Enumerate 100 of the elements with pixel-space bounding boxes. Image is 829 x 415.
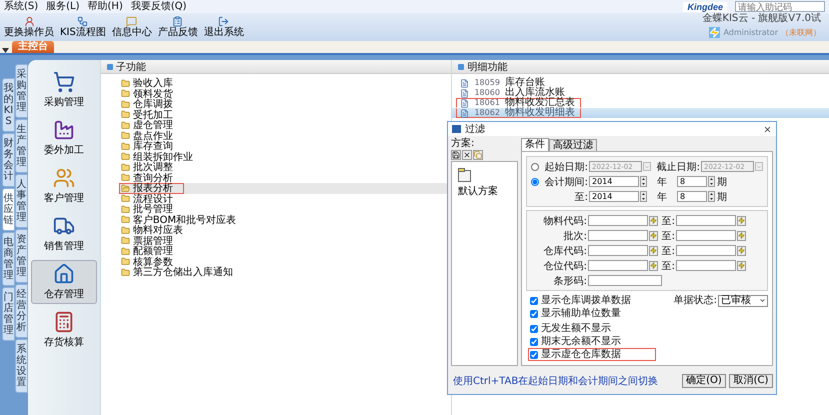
lookup-button[interactable] [649,230,658,240]
nav-tab[interactable]: 资产管理 [15,229,28,283]
dialog-button[interactable]: 确定(O) [682,374,726,388]
lookup-button[interactable] [737,246,746,256]
people-icon [52,167,75,189]
code-field[interactable] [676,215,736,226]
tree-item[interactable]: 组装拆卸作业 [118,152,448,162]
spin-button[interactable] [640,176,647,187]
module-button[interactable]: 仓存管理 [30,260,97,304]
spin-button[interactable] [708,191,715,202]
checkbox[interactable] [530,350,538,358]
tree-item[interactable]: 核算参数 [118,256,448,267]
toolbar-button[interactable]: 产品反馈 [156,16,200,38]
delete-button[interactable] [462,150,472,160]
nav-tab[interactable]: 供应链 [2,188,15,231]
nav-tab[interactable]: 财务会计 [2,133,15,187]
tree-item[interactable]: 验收入库 [118,78,448,88]
code-field[interactable] [588,275,662,286]
menu-item[interactable]: 服务(L) [46,0,80,12]
nav-tab[interactable]: 门店管理 [2,287,15,341]
checkbox[interactable] [530,310,538,318]
menu-item[interactable]: 我要反馈(Q) [130,0,187,12]
list-item[interactable]: 18062 物料收发明细表 [452,108,829,118]
menu-item[interactable]: 系统(S) [4,0,38,12]
lookup-button[interactable] [649,260,658,270]
spin-button[interactable] [640,191,647,202]
module-button[interactable]: 采购管理 [30,68,97,112]
tree-item[interactable]: 领料发货 [118,88,448,99]
checkbox[interactable] [530,324,538,332]
module-button[interactable]: 存货核算 [30,308,97,352]
checkbox[interactable] [530,338,538,346]
tree-item[interactable]: 库存查询 [118,141,448,152]
field-label: 物料代码: [542,214,587,228]
toolbar-button[interactable]: KIS流程图 [58,16,108,38]
tree-item[interactable]: 受托加工 [118,110,448,120]
tree-item[interactable]: 虚仓管理 [118,120,448,130]
lookup-button[interactable] [649,246,658,256]
tree-item[interactable]: 第三方仓储出入库通知 [118,267,448,278]
nav-tab[interactable]: 经营分析 [15,284,28,338]
nav-tab[interactable]: 系统设置 [15,339,28,393]
nav-tab[interactable]: 我的KIS [2,78,15,132]
nav-tab[interactable]: 采购管理 [15,64,28,118]
lookup-button[interactable] [737,260,746,270]
scheme-item[interactable]: 默认方案 [458,168,498,198]
search-field[interactable]: 请输入助记码 [735,1,825,12]
tree-item[interactable]: 流程设计 [118,194,448,204]
code-field[interactable] [588,215,648,226]
folder-icon [120,226,130,235]
nav-tab[interactable]: 生产管理 [15,119,28,173]
lookup-button[interactable] [737,230,746,240]
toolbar-button[interactable]: 更换操作员 [2,16,56,38]
toolbar-button[interactable]: 信息中心 [110,16,154,38]
lookup-button[interactable] [737,216,746,226]
nav-tab[interactable]: 电商管理 [2,232,15,286]
tree-item[interactable]: 配额管理 [118,246,448,256]
dialog-tab[interactable]: 高级过滤 [549,139,597,151]
module-button[interactable]: 销售管理 [30,212,97,256]
tree-item[interactable]: 物料对应表 [118,225,448,236]
code-field[interactable] [588,245,648,256]
module-button[interactable]: 委外加工 [30,116,97,160]
period-field[interactable]: 8 [677,191,707,202]
folder-icon [120,257,130,266]
code-field[interactable] [676,245,736,256]
radio-button[interactable] [531,178,539,186]
dialog-button[interactable]: 取消(C) [729,374,773,388]
list-item[interactable]: 18059 库存台账 [452,78,829,88]
tree-item[interactable]: 报表分析 [118,183,448,194]
list-item[interactable]: 18060 出入库流水账 [452,88,829,98]
tree-item[interactable]: 批次调整 [118,162,448,172]
module-button[interactable]: 客户管理 [30,164,97,208]
spin-button[interactable] [708,176,715,187]
nav-tab[interactable]: 人事管理 [15,174,28,228]
tree-item[interactable]: 仓库调拨 [118,99,448,110]
close-icon[interactable] [763,124,772,134]
status-dropdown[interactable]: 已审核 [718,294,768,306]
code-field[interactable] [676,260,736,271]
year-field[interactable]: 2014 [589,191,639,202]
code-field[interactable] [588,230,648,241]
tree-item[interactable]: 客户BOM和批号对应表 [118,214,448,225]
dropdown-icon[interactable] [2,48,9,53]
period-field[interactable]: 8 [677,176,707,187]
tree-item[interactable]: 批号管理 [118,204,448,214]
code-field[interactable] [588,260,648,271]
folder-icon [120,152,130,162]
dialog-tab[interactable]: 条件 [521,138,549,151]
tree-item[interactable]: 票据管理 [118,236,448,246]
lookup-button[interactable] [649,216,658,226]
folder-icon [120,100,130,109]
save-button[interactable] [451,150,461,160]
toolbar-button[interactable]: 退出系统 [202,16,246,38]
unit-label: 年 [656,190,668,204]
code-field[interactable] [676,230,736,241]
tree-item[interactable]: 查询分析 [118,172,448,183]
folder-icon [120,236,130,246]
checkbox[interactable] [530,296,538,304]
menu-item[interactable]: 帮助(H) [88,0,123,12]
year-field[interactable]: 2014 [589,176,639,187]
radio-button[interactable] [531,162,539,170]
folder-icon [120,131,130,140]
tree-item[interactable]: 盘点作业 [118,130,448,141]
